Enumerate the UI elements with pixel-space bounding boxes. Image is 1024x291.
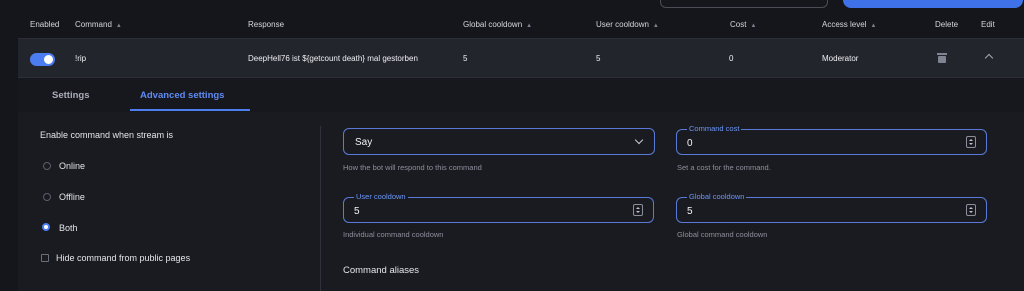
stepper-icon[interactable]	[966, 136, 976, 148]
command-cost-label: Command cost	[687, 124, 742, 133]
active-tab-indicator	[130, 109, 250, 111]
command-response: DeepHell76 ist ${getcount death} mal ges…	[248, 54, 418, 63]
add-command-button[interactable]	[843, 0, 1023, 8]
chevron-up-icon[interactable]	[984, 53, 994, 63]
header-enabled: Enabled	[30, 20, 60, 29]
global-cooldown-value: 5	[463, 54, 468, 63]
stepper-icon[interactable]	[966, 204, 976, 216]
header-cost-label: Cost	[730, 20, 747, 29]
sort-icon: ▲	[652, 23, 659, 29]
response-type-hint: How the bot will respond to this command	[343, 163, 482, 172]
chevron-down-icon	[634, 135, 644, 145]
tab-advanced-settings[interactable]: Advanced settings	[140, 90, 224, 101]
header-global-cooldown[interactable]: Global cooldown ▲	[463, 20, 532, 29]
user-cooldown-value: 5	[596, 54, 601, 63]
sort-icon: ▲	[526, 23, 533, 29]
user-cooldown-label: User cooldown	[354, 192, 408, 201]
radio-offline[interactable]	[43, 193, 51, 201]
hide-public-checkbox[interactable]	[41, 254, 49, 262]
enabled-toggle[interactable]	[30, 53, 55, 66]
command-aliases-title: Command aliases	[343, 265, 420, 276]
global-cooldown-input-value: 5	[687, 206, 693, 217]
sort-icon: ▲	[870, 23, 877, 29]
radio-both-label: Both	[59, 223, 78, 233]
global-cooldown-hint: Global command cooldown	[677, 230, 768, 239]
global-cooldown-label: Global cooldown	[687, 192, 747, 201]
column-divider	[320, 126, 321, 291]
user-cooldown-input-value: 5	[354, 206, 360, 217]
header-command[interactable]: Command ▲	[75, 20, 122, 29]
sort-icon: ▲	[115, 23, 122, 29]
response-type-value: Say	[355, 137, 373, 148]
header-response: Response	[248, 20, 285, 29]
header-cost[interactable]: Cost ▲	[730, 20, 756, 29]
header-edit: Edit	[981, 20, 995, 29]
user-cooldown-hint: Individual command cooldown	[343, 230, 444, 239]
command-name: !rip	[75, 54, 87, 63]
radio-online[interactable]	[43, 162, 51, 170]
tab-settings[interactable]: Settings	[52, 90, 89, 101]
table-header: Enabled Command ▲ Response Global cooldow…	[0, 12, 1024, 38]
header-user-cooldown-label: User cooldown	[596, 20, 649, 29]
access-level-value: Moderator	[822, 54, 859, 63]
search-input[interactable]	[660, 0, 828, 8]
cost-value: 0	[729, 54, 734, 63]
command-cost-field[interactable]: Command cost 0	[676, 124, 987, 155]
header-command-label: Command	[75, 20, 112, 29]
header-global-cooldown-label: Global cooldown	[463, 20, 523, 29]
table-row: !rip DeepHell76 ist ${getcount death} ma…	[18, 38, 1024, 78]
radio-online-label: Online	[59, 161, 86, 171]
advanced-settings-panel: Enable command when stream is Online Off…	[18, 112, 1024, 291]
response-type-select[interactable]: Say	[343, 128, 655, 155]
radio-both[interactable]	[42, 223, 50, 231]
header-access-level[interactable]: Access level ▲	[822, 20, 876, 29]
settings-tabs: Settings Advanced settings	[18, 78, 1024, 112]
trash-icon[interactable]	[937, 53, 947, 63]
global-cooldown-field[interactable]: Global cooldown 5	[676, 192, 987, 223]
header-access-level-label: Access level	[822, 20, 867, 29]
stepper-icon[interactable]	[633, 204, 643, 216]
sort-icon: ▲	[750, 23, 757, 29]
stream-status-label: Enable command when stream is	[40, 130, 174, 140]
hide-public-label: Hide command from public pages	[56, 253, 191, 263]
radio-offline-label: Offline	[59, 192, 85, 202]
command-cost-hint: Set a cost for the command.	[677, 163, 771, 172]
header-user-cooldown[interactable]: User cooldown ▲	[596, 20, 659, 29]
command-cost-value: 0	[687, 138, 693, 149]
header-delete: Delete	[935, 20, 959, 29]
user-cooldown-field[interactable]: User cooldown 5	[343, 192, 654, 223]
